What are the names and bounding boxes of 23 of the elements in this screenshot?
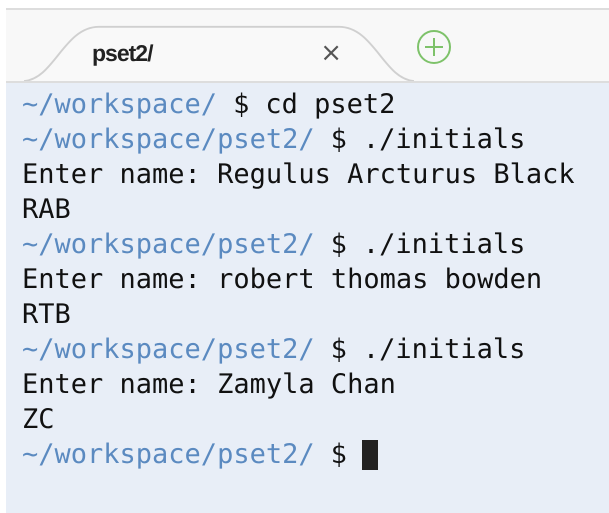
output-text: Enter name: robert thomas bowden — [22, 263, 542, 297]
output-text: Enter name: Regulus Arcturus Black — [22, 158, 575, 192]
prompt-path: ~/workspace/pset2/ — [22, 228, 315, 262]
prompt-symbol: $ — [330, 333, 347, 367]
output-text: RTB — [22, 298, 71, 332]
prompt-path: ~/workspace/pset2/ — [22, 123, 315, 157]
command-text: ./initials — [362, 228, 526, 262]
output-text: RAB — [22, 193, 71, 227]
tab-label: pset2/ — [92, 40, 152, 66]
prompt-symbol: $ — [330, 228, 347, 262]
prompt-symbol: $ — [330, 438, 347, 472]
prompt-symbol: $ — [330, 123, 347, 157]
command-text: cd pset2 — [265, 88, 396, 122]
close-icon[interactable]: × — [320, 38, 342, 68]
prompt-path: ~/workspace/pset2/ — [22, 438, 315, 472]
prompt-path: ~/workspace/ — [22, 88, 218, 122]
command-text: ./initials — [362, 333, 526, 367]
output-text: ZC — [22, 403, 55, 437]
command-text: ./initials — [362, 123, 526, 157]
add-tab-icon[interactable] — [416, 28, 452, 64]
prompt-symbol: $ — [233, 88, 250, 122]
prompt-path: ~/workspace/pset2/ — [22, 333, 315, 367]
output-text: Enter name: Zamyla Chan — [22, 368, 396, 402]
